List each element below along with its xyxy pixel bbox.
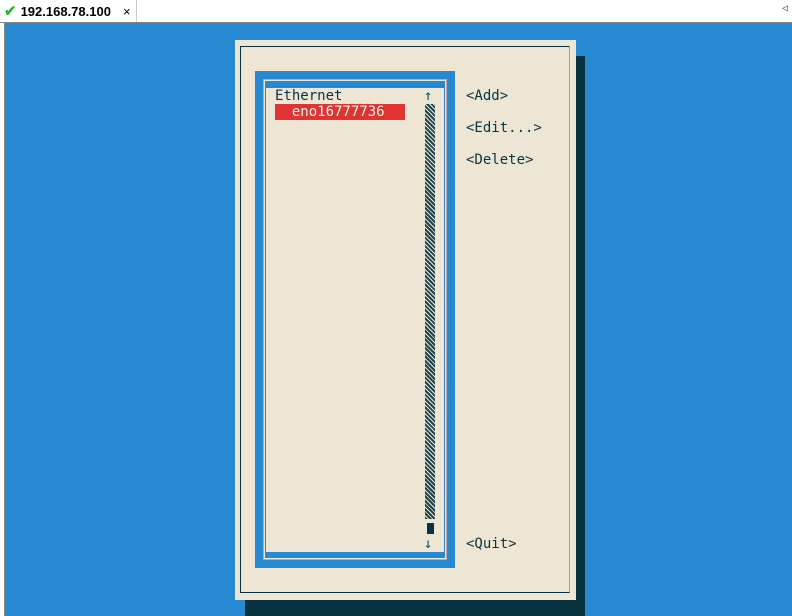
tab-bar: ✔ 192.168.78.100 × ◁ [0, 0, 792, 23]
close-icon[interactable]: × [123, 4, 131, 19]
connection-list[interactable] [266, 88, 444, 552]
quit-button[interactable]: <Quit> [466, 536, 517, 552]
terminal-edge [0, 23, 5, 616]
tab-scroll-left-icon[interactable]: ◁ [782, 3, 788, 14]
session-tab[interactable]: ✔ 192.168.78.100 × [0, 0, 137, 22]
edit-button[interactable]: <Edit...> [466, 120, 542, 136]
check-icon: ✔ [4, 3, 17, 20]
list-item-selected[interactable]: eno16777736 [275, 104, 405, 120]
list-header-ethernet: Ethernet [275, 88, 343, 104]
scroll-up-arrow-icon[interactable]: ↑ [424, 88, 432, 104]
scrollbar-track[interactable] [425, 104, 435, 519]
add-button[interactable]: <Add> [466, 88, 508, 104]
delete-button[interactable]: <Delete> [466, 152, 533, 168]
scrollbar-thumb[interactable] [427, 523, 434, 534]
tab-title: 192.168.78.100 [20, 3, 111, 19]
scroll-down-arrow-icon[interactable]: ↓ [424, 536, 432, 552]
